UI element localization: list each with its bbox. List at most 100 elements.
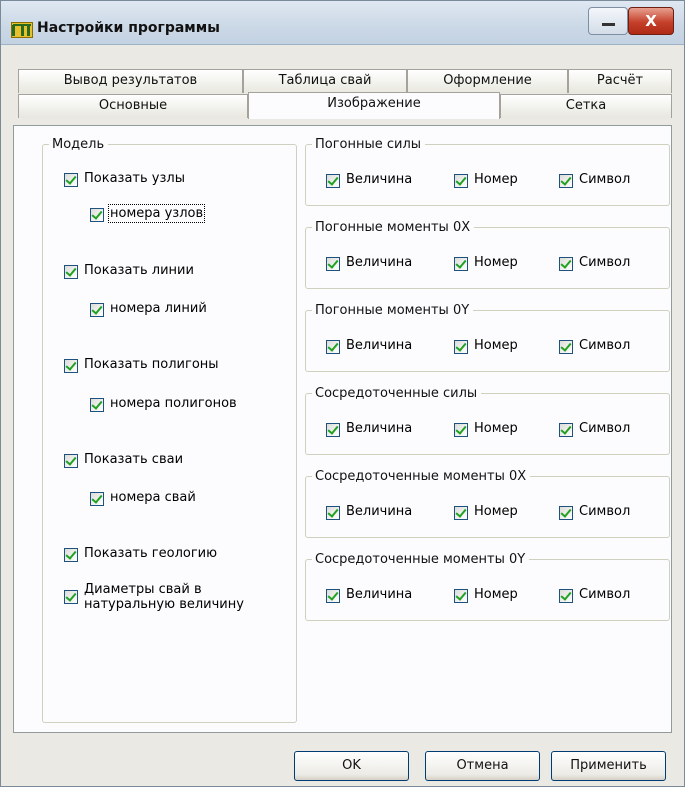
checkbox-label: Номер xyxy=(474,255,518,270)
node-numbers-checkbox[interactable]: номера узлов xyxy=(90,204,206,223)
show-geology-checkbox[interactable]: Показать геологию xyxy=(64,546,217,562)
close-button[interactable]: X xyxy=(628,7,674,35)
checkbox-box[interactable] xyxy=(454,257,468,271)
distributed-forces-symbol-checkbox[interactable]: Символ xyxy=(559,172,630,188)
window-title: Настройки программы xyxy=(37,20,220,36)
checkbox-box[interactable] xyxy=(90,303,104,317)
app-icon xyxy=(11,22,33,38)
checkbox-box[interactable] xyxy=(454,589,468,603)
checkbox-label: Символ xyxy=(579,338,631,353)
checkbox-label: Номер xyxy=(474,338,518,353)
checkbox-box[interactable] xyxy=(326,506,340,520)
checkbox-label: Символ xyxy=(579,255,631,270)
minimize-button[interactable] xyxy=(588,7,628,35)
title-bar[interactable]: Настройки программы X xyxy=(1,1,684,45)
polygon-numbers-checkbox[interactable]: номера полигонов xyxy=(90,396,237,412)
checkbox-box[interactable] xyxy=(559,340,573,354)
distributed-forces-number-checkbox[interactable]: Номер xyxy=(454,172,518,188)
checkbox-box[interactable] xyxy=(559,257,573,271)
cancel-button[interactable]: Отмена xyxy=(425,751,540,781)
checkbox-label: Символ xyxy=(579,172,631,187)
pile-diameters-checkbox[interactable]: Диаметры свай в натуральную величину xyxy=(64,582,294,612)
tab-output-results[interactable]: Вывод результатов xyxy=(18,69,243,93)
close-icon: X xyxy=(645,12,657,30)
distributed-moments-0y-value-checkbox[interactable]: Величина xyxy=(326,338,412,354)
distributed-moments-0y-symbol-checkbox[interactable]: Символ xyxy=(559,338,630,354)
checkbox-box[interactable] xyxy=(454,506,468,520)
concentrated-moments-0x-number-checkbox[interactable]: Номер xyxy=(454,504,518,520)
checkbox-label: Величина xyxy=(346,587,413,602)
checkbox-label: Символ xyxy=(579,504,631,519)
checkbox-box[interactable] xyxy=(64,265,78,279)
distributed-moments-0x-number-checkbox[interactable]: Номер xyxy=(454,255,518,271)
distributed-moments-0y-number-checkbox[interactable]: Номер xyxy=(454,338,518,354)
checkbox-label: Величина xyxy=(346,421,413,436)
checkbox-box[interactable] xyxy=(559,506,573,520)
concentrated-moments-0x-symbol-checkbox[interactable]: Символ xyxy=(559,504,630,520)
tab-calculation[interactable]: Расчёт xyxy=(568,69,672,93)
group-legend: Сосредоточенные моменты 0Y xyxy=(315,552,526,567)
tab-pile-table[interactable]: Таблица свай xyxy=(243,69,407,93)
show-lines-checkbox[interactable]: Показать линии xyxy=(64,263,194,279)
checkbox-box[interactable] xyxy=(90,208,104,222)
checkbox-box[interactable] xyxy=(559,423,573,437)
checkbox-box[interactable] xyxy=(326,423,340,437)
checkbox-label: номера линий xyxy=(110,301,207,316)
checkbox-box[interactable] xyxy=(326,257,340,271)
checkbox-box[interactable] xyxy=(64,454,78,468)
checkbox-box[interactable] xyxy=(454,340,468,354)
tab-grid[interactable]: Сетка xyxy=(500,94,672,118)
concentrated-forces-symbol-checkbox[interactable]: Символ xyxy=(559,421,630,437)
checkbox-box[interactable] xyxy=(326,340,340,354)
show-polygons-checkbox[interactable]: Показать полигоны xyxy=(64,357,219,373)
concentrated-forces-number-checkbox[interactable]: Номер xyxy=(454,421,518,437)
tab-general[interactable]: Основные xyxy=(18,94,248,118)
checkbox-label: Показать полигоны xyxy=(84,357,219,372)
checkbox-label: Показать геологию xyxy=(84,546,218,561)
checkbox-label: Показать линии xyxy=(84,263,194,278)
model-legend: Модель xyxy=(52,137,105,152)
checkbox-box[interactable] xyxy=(559,174,573,188)
group-legend: Сосредоточенные силы xyxy=(315,386,478,401)
concentrated-moments-0y-number-checkbox[interactable]: Номер xyxy=(454,587,518,603)
checkbox-label: Показать узлы xyxy=(84,171,185,186)
distributed-moments-0x-value-checkbox[interactable]: Величина xyxy=(326,255,412,271)
checkbox-box[interactable] xyxy=(90,492,104,506)
pile-numbers-checkbox[interactable]: номера свай xyxy=(90,490,196,506)
apply-button[interactable]: Применить xyxy=(551,751,666,781)
checkbox-box[interactable] xyxy=(64,548,78,562)
concentrated-moments-0y-symbol-checkbox[interactable]: Символ xyxy=(559,587,630,603)
checkbox-box[interactable] xyxy=(454,423,468,437)
show-nodes-checkbox[interactable]: Показать узлы xyxy=(64,171,185,187)
checkbox-box[interactable] xyxy=(64,359,78,373)
checkbox-box[interactable] xyxy=(90,398,104,412)
checkbox-box[interactable] xyxy=(559,589,573,603)
line-numbers-checkbox[interactable]: номера линий xyxy=(90,301,207,317)
settings-window: Настройки программы X Вывод результатов … xyxy=(0,0,685,787)
model-group: Модель xyxy=(42,137,297,723)
group-legend: Погонные моменты 0X xyxy=(315,220,471,235)
tab-image[interactable]: Изображение xyxy=(248,92,500,119)
show-piles-checkbox[interactable]: Показать сваи xyxy=(64,452,183,468)
checkbox-label: Величина xyxy=(346,172,413,187)
checkbox-label: Номер xyxy=(474,504,518,519)
checkbox-label: Величина xyxy=(346,504,413,519)
checkbox-box[interactable] xyxy=(454,174,468,188)
checkbox-box[interactable] xyxy=(64,173,78,187)
checkbox-label: Диаметры свай в натуральную величину xyxy=(84,582,244,612)
checkbox-box[interactable] xyxy=(326,589,340,603)
distributed-forces-value-checkbox[interactable]: Величина xyxy=(326,172,412,188)
concentrated-forces-value-checkbox[interactable]: Величина xyxy=(326,421,412,437)
ok-button[interactable]: OK xyxy=(294,751,409,781)
checkbox-label: Номер xyxy=(474,587,518,602)
distributed-moments-0x-symbol-checkbox[interactable]: Символ xyxy=(559,255,630,271)
image-tab-panel: Модель Показать узлы номера узлов Показа… xyxy=(13,125,672,733)
checkbox-label: Номер xyxy=(474,172,518,187)
checkbox-box[interactable] xyxy=(326,174,340,188)
checkbox-label: Номер xyxy=(474,421,518,436)
checkbox-label: номера узлов xyxy=(107,204,206,223)
tab-formatting[interactable]: Оформление xyxy=(407,69,568,93)
checkbox-box[interactable] xyxy=(64,590,78,604)
concentrated-moments-0x-value-checkbox[interactable]: Величина xyxy=(326,504,412,520)
concentrated-moments-0y-value-checkbox[interactable]: Величина xyxy=(326,587,412,603)
